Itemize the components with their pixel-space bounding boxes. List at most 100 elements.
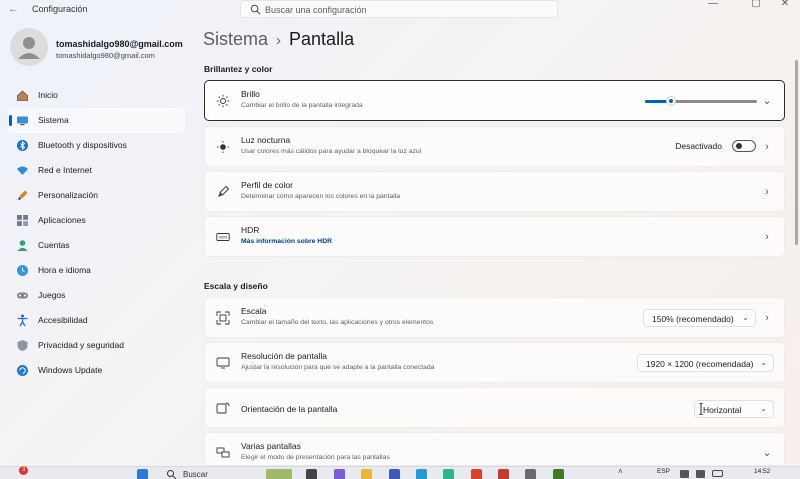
taskbar-search-label[interactable]: Buscar — [183, 470, 208, 479]
sidebar-item-label: Personalización — [38, 190, 99, 200]
svg-text:HDR: HDR — [219, 235, 228, 240]
brightness-slider-thumb[interactable] — [665, 96, 676, 106]
minecraft-icon[interactable] — [553, 469, 564, 479]
scrollbar[interactable] — [795, 60, 798, 245]
sidebar-item-sistema[interactable]: Sistema — [8, 108, 185, 133]
accessibility-icon — [16, 314, 29, 327]
sidebar-item-label: Accesibilidad — [38, 315, 88, 325]
wifi-status-icon[interactable] — [680, 470, 689, 478]
orientation-dropdown[interactable]: Horizontal ⌄ — [694, 400, 774, 418]
chevron-down-icon: ⌄ — [760, 358, 767, 367]
resolution-dropdown[interactable]: 1920 × 1200 (recomendada) ⌄ — [637, 354, 774, 372]
app-red-icon[interactable] — [471, 469, 482, 479]
hdr-info-link[interactable]: Más información sobre HDR — [241, 238, 332, 245]
taskbar-search-icon[interactable] — [166, 469, 177, 479]
night-light-card[interactable]: Luz nocturna Usar colores más cálidos pa… — [204, 126, 785, 167]
sidebar-item-aplicaciones[interactable]: Aplicaciones — [8, 208, 185, 233]
breadcrumb-parent[interactable]: Sistema — [203, 29, 268, 49]
language-indicator[interactable]: ESP — [657, 468, 670, 475]
brightness-title: Brillo — [241, 89, 260, 99]
notification-badge[interactable]: 3 — [19, 466, 28, 475]
sidebar-item-label: Hora e idioma — [38, 265, 91, 275]
avatar[interactable] — [10, 28, 48, 66]
clock-time[interactable]: 14:52 — [754, 468, 770, 475]
sidebar-item-inicio[interactable]: Inicio — [8, 83, 185, 108]
bluetooth-icon — [16, 139, 29, 152]
page-title: Pantalla — [289, 29, 355, 49]
multiple-displays-card[interactable]: Varias pantallas Elegir el modo de prese… — [204, 432, 785, 466]
sidebar-item-label: Sistema — [38, 115, 69, 125]
multiple-displays-subtitle: Elegir el modo de presentación para las … — [241, 454, 390, 461]
section-title-scale-layout: Escala y diseño — [204, 281, 268, 291]
file-explorer-icon[interactable] — [361, 469, 372, 479]
scale-icon — [216, 311, 230, 325]
minimize-button[interactable]: — — [698, 0, 728, 10]
back-arrow-icon[interactable]: ← — [8, 3, 24, 17]
sidebar-nav: Inicio Sistema Bluetooth y dispositivos … — [8, 83, 185, 383]
sidebar-item-windows-update[interactable]: Windows Update — [8, 358, 185, 383]
chevron-down-icon[interactable]: ⌄ — [762, 95, 772, 107]
color-profile-card[interactable]: Perfil de color Determinar cómo aparecen… — [204, 171, 785, 212]
brush-icon — [16, 189, 29, 202]
sidebar-item-label: Windows Update — [38, 365, 103, 375]
multiple-displays-title: Varias pantallas — [241, 441, 301, 451]
app-red2-icon[interactable] — [498, 469, 509, 479]
widget-icon[interactable] — [266, 469, 292, 479]
sun-dim-icon — [216, 140, 230, 154]
text-cursor-icon — [699, 403, 703, 415]
maximize-button[interactable]: ▢ — [741, 0, 771, 10]
brightness-slider[interactable] — [645, 96, 757, 106]
chevron-right-icon[interactable]: › — [762, 312, 772, 324]
sidebar-item-privacidad[interactable]: Privacidad y seguridad — [8, 333, 185, 358]
settings-app-icon[interactable] — [525, 469, 536, 479]
profile-email: tomashidalgo980@gmail.com — [56, 51, 155, 60]
sidebar-item-label: Aplicaciones — [38, 215, 86, 225]
close-button[interactable]: ✕ — [770, 0, 800, 10]
sidebar-item-juegos[interactable]: Juegos — [8, 283, 185, 308]
sun-icon — [216, 94, 230, 108]
scale-card[interactable]: Escala Cambiar el tamaño del texto, las … — [204, 297, 785, 338]
edge-icon[interactable] — [416, 469, 427, 479]
shield-icon — [16, 339, 29, 352]
hdr-card[interactable]: HDR HDR Más información sobre HDR › — [204, 216, 785, 257]
chevron-right-icon[interactable]: › — [762, 231, 772, 243]
copilot-icon[interactable] — [334, 469, 345, 479]
multiple-displays-icon — [216, 446, 230, 460]
display-icon — [16, 114, 29, 127]
brightness-card[interactable]: Brillo Cambiar el brillo de la pantalla … — [204, 80, 785, 121]
chevron-down-icon[interactable]: ⌄ — [762, 447, 772, 459]
search-icon — [250, 4, 261, 15]
chevron-up-icon[interactable]: ˄ — [618, 467, 629, 478]
night-light-toggle[interactable] — [732, 140, 756, 152]
sidebar-item-hora[interactable]: Hora e idioma — [8, 258, 185, 283]
hdr-icon: HDR — [216, 230, 230, 244]
orientation-icon — [216, 401, 230, 415]
start-windows-icon[interactable] — [137, 469, 148, 479]
resolution-subtitle: Ajustar la resolución para que se adapte… — [241, 364, 435, 371]
wifi-icon — [16, 164, 29, 177]
chevron-right-icon[interactable]: › — [762, 186, 772, 198]
orientation-value: Horizontal — [703, 405, 742, 415]
sidebar-item-personalizacion[interactable]: Personalización — [8, 183, 185, 208]
task-view-icon[interactable] — [306, 469, 317, 479]
apps-icon — [16, 214, 29, 227]
volume-icon[interactable] — [696, 470, 705, 478]
battery-icon[interactable] — [712, 470, 723, 477]
hdr-title: HDR — [241, 225, 260, 235]
resolution-card[interactable]: Resolución de pantalla Ajustar la resolu… — [204, 342, 785, 383]
scale-value: 150% (recomendado) — [652, 314, 734, 324]
profile-name: tomashidalgo980@gmail.com — [56, 39, 183, 49]
sidebar-item-bluetooth[interactable]: Bluetooth y dispositivos — [8, 133, 185, 158]
chevron-right-icon[interactable]: › — [762, 141, 772, 153]
search-box[interactable] — [240, 0, 558, 18]
search-input[interactable] — [265, 2, 545, 17]
night-light-state: Desactivado — [675, 141, 722, 151]
sidebar-item-accesibilidad[interactable]: Accesibilidad — [8, 308, 185, 333]
scale-dropdown[interactable]: 150% (recomendado) ⌄ — [643, 309, 756, 327]
sidebar-item-red[interactable]: Red e Internet — [8, 158, 185, 183]
scale-title: Escala — [241, 306, 267, 316]
store-icon[interactable] — [389, 469, 400, 479]
chrome-icon[interactable] — [443, 469, 454, 479]
sidebar-item-cuentas[interactable]: Cuentas — [8, 233, 185, 258]
title-bar: ← Configuración — ▢ ✕ — [0, 0, 800, 22]
